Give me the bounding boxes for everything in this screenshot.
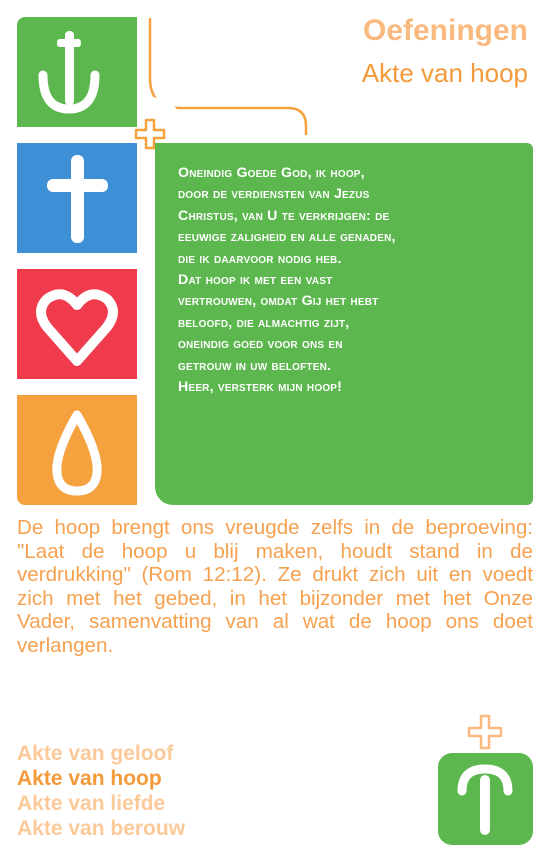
prayer-line: Dat hoop ik met een vast (178, 272, 333, 289)
explanation-paragraph: De hoop brengt ons vreugde zelfs in de b… (17, 516, 533, 657)
drop-icon (52, 410, 102, 496)
anchor-tile[interactable] (17, 17, 137, 127)
drop-tile[interactable] (17, 395, 137, 505)
prayer-line: Heer, versterk mijn hoop! (178, 379, 343, 396)
heart-tile[interactable] (17, 269, 137, 379)
prayer-line: getrouw in uw beloften. (178, 357, 332, 374)
prayer-text: Oneindig Goede God, ik hoop, door de ver… (178, 163, 518, 398)
prayer-line: die ik daarvoor nodig heb. (178, 250, 342, 267)
prayer-line: door de verdiensten van Jezus (178, 186, 370, 203)
prayer-line: eeuwige zaligheid en alle genaden, (178, 229, 396, 246)
prayer-line: beloofd, die almachtig zijt, (178, 314, 350, 331)
plus-icon-small (467, 714, 503, 750)
heart-icon (36, 289, 118, 366)
anchor-button[interactable] (438, 753, 533, 845)
act-link-liefde[interactable]: Akte van liefde (17, 791, 185, 816)
page-title: Oefeningen (362, 14, 528, 47)
act-link-geloof[interactable]: Akte van geloof (17, 741, 185, 766)
cross-icon (47, 155, 108, 243)
cross-tile[interactable] (17, 143, 137, 253)
acts-menu: Akte van geloof Akte van hoop Akte van l… (17, 741, 185, 841)
act-link-berouw[interactable]: Akte van berouw (17, 816, 185, 841)
anchor-small-icon (457, 764, 513, 835)
prayer-line: Oneindig Goede God, ik hoop, (178, 165, 365, 181)
prayer-line: Christus, van U te verkrijgen: de (178, 207, 390, 224)
page-subtitle: Akte van hoop (361, 58, 528, 88)
prayer-line: oneindig goed voor ons en (178, 336, 343, 353)
anchor-icon (38, 31, 100, 114)
act-link-hoop[interactable]: Akte van hoop (17, 766, 185, 791)
prayer-line: vertrouwen, omdat Gij het hebt (178, 293, 379, 310)
